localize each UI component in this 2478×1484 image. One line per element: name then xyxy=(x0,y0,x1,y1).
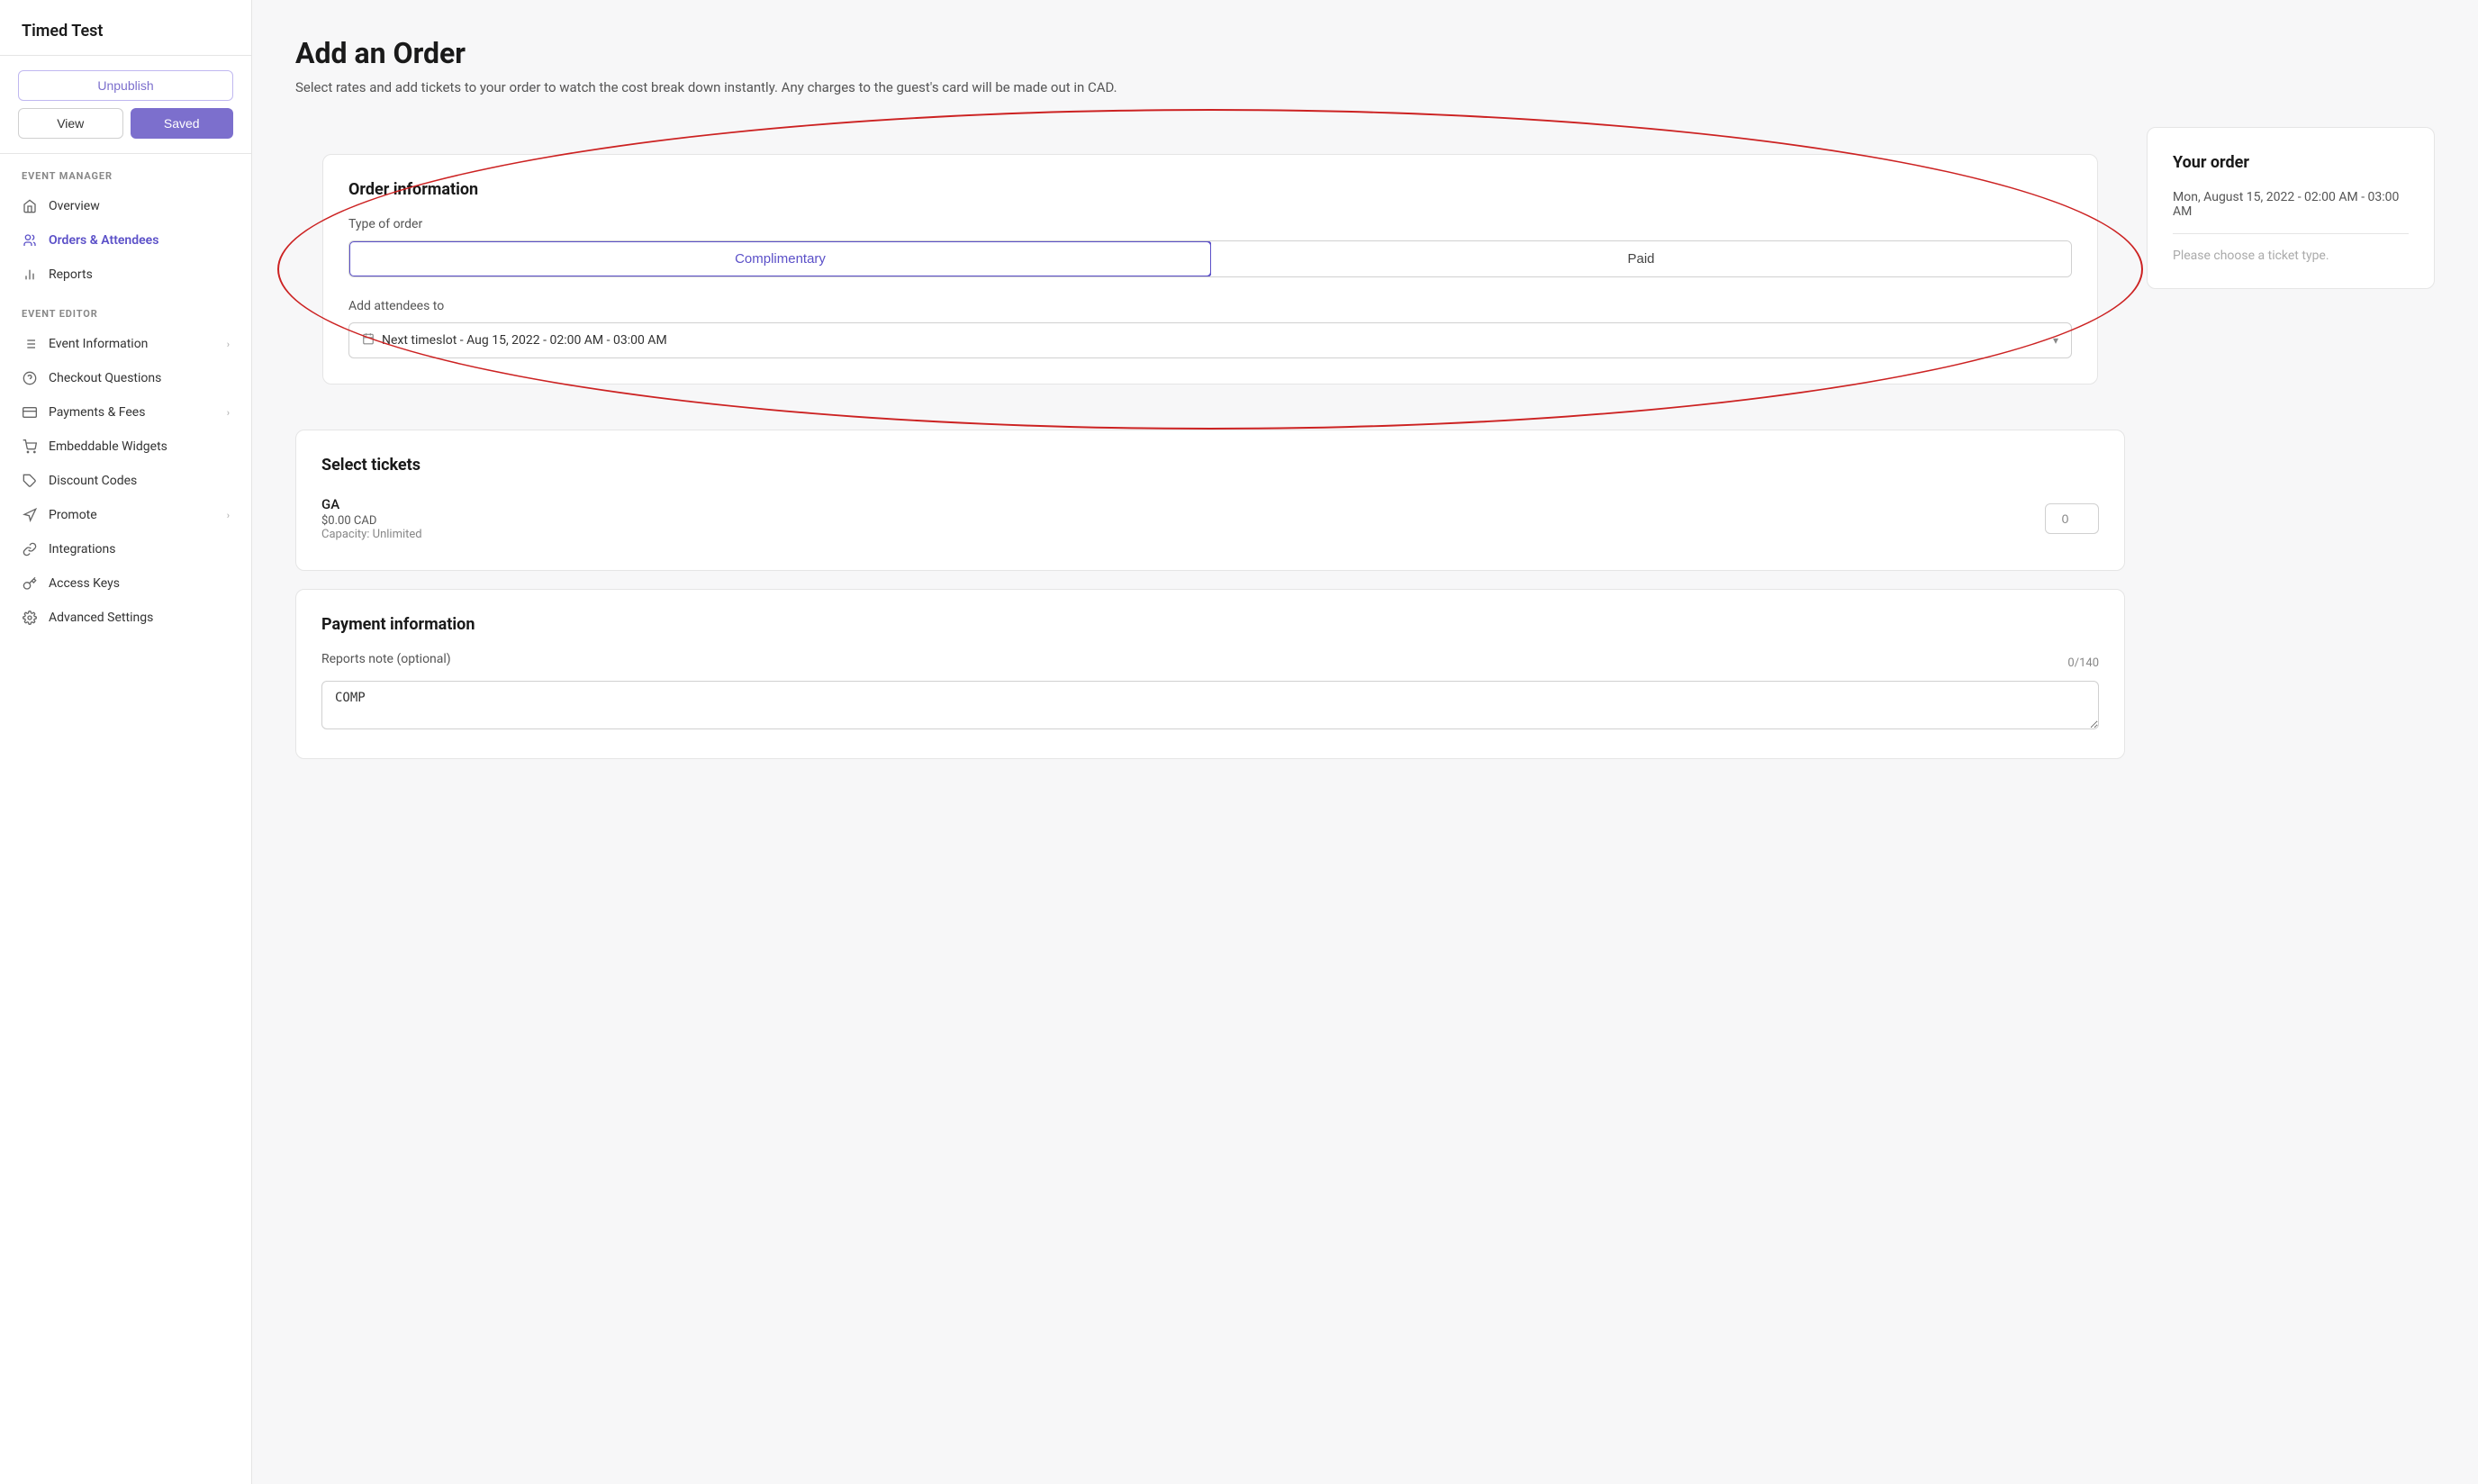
saved-button[interactable]: Saved xyxy=(131,108,234,139)
ticket-name: GA xyxy=(321,496,422,512)
add-attendees-label: Add attendees to xyxy=(348,299,2072,313)
sidebar-item-label-event-info: Event Information xyxy=(49,337,148,351)
sidebar-title: Timed Test xyxy=(0,0,251,56)
sidebar-actions: Unpublish View Saved xyxy=(0,56,251,154)
order-placeholder: Please choose a ticket type. xyxy=(2173,234,2409,263)
ticket-quantity-input[interactable] xyxy=(2045,503,2099,534)
sidebar-item-checkout-questions[interactable]: Checkout Questions xyxy=(0,361,251,395)
chevron-down-icon: ▾ xyxy=(2053,334,2058,347)
sidebar-item-embeddable-widgets[interactable]: Embeddable Widgets xyxy=(0,430,251,464)
sidebar-item-reports[interactable]: Reports xyxy=(0,258,251,292)
unpublish-button[interactable]: Unpublish xyxy=(18,70,233,101)
reports-note-label: Reports note (optional) xyxy=(321,652,451,666)
sidebar-item-event-information[interactable]: Event Information › xyxy=(0,327,251,361)
tag-icon xyxy=(22,473,38,489)
order-information-title: Order information xyxy=(348,180,2072,199)
sidebar-item-label-payments: Payments & Fees xyxy=(49,405,145,420)
sidebar-item-advanced-settings[interactable]: Advanced Settings xyxy=(0,601,251,635)
sidebar-item-label-widgets: Embeddable Widgets xyxy=(49,439,167,454)
sidebar-item-label-promote: Promote xyxy=(49,508,97,522)
reports-note-header: Reports note (optional) 0/140 xyxy=(321,652,2099,675)
type-of-order-label: Type of order xyxy=(348,217,2072,231)
main-content: Add an Order Select rates and add ticket… xyxy=(252,0,2478,1484)
order-type-toggle: Complimentary Paid xyxy=(348,240,2072,277)
gear-icon xyxy=(22,610,38,626)
reports-note-textarea[interactable]: COMP xyxy=(321,681,2099,729)
sidebar-item-discount-codes[interactable]: Discount Codes xyxy=(0,464,251,498)
megaphone-icon xyxy=(22,507,38,523)
payment-information-card: Payment information Reports note (option… xyxy=(295,589,2125,759)
paid-button[interactable]: Paid xyxy=(1211,241,2071,276)
view-button[interactable]: View xyxy=(18,108,123,139)
chevron-right-icon: › xyxy=(227,339,230,350)
sidebar-item-payments-fees[interactable]: Payments & Fees › xyxy=(0,395,251,430)
order-information-card: Order information Type of order Complime… xyxy=(322,154,2098,385)
key-icon xyxy=(22,575,38,592)
order-date: Mon, August 15, 2022 - 02:00 AM - 03:00 … xyxy=(2173,190,2409,234)
page-title: Add an Order xyxy=(295,36,2435,70)
link-icon xyxy=(22,541,38,557)
complimentary-button[interactable]: Complimentary xyxy=(348,240,1212,277)
sidebar-item-label-overview: Overview xyxy=(49,199,100,213)
chevron-right-icon-2: › xyxy=(227,407,230,419)
annotation-wrapper: Order information Type of order Complime… xyxy=(295,127,2125,412)
char-count: 0/140 xyxy=(2067,656,2099,670)
event-manager-section-label: EVENT MANAGER xyxy=(0,154,251,189)
timeslot-value: Next timeslot - Aug 15, 2022 - 02:00 AM … xyxy=(382,333,667,348)
people-icon xyxy=(22,232,38,249)
ticket-info: GA $0.00 CAD Capacity: Unlimited xyxy=(321,496,422,541)
credit-card-icon xyxy=(22,404,38,421)
home-icon xyxy=(22,198,38,214)
sidebar-item-label-discount: Discount Codes xyxy=(49,474,137,488)
sidebar-item-orders-attendees[interactable]: Orders & Attendees xyxy=(0,223,251,258)
select-tickets-title: Select tickets xyxy=(321,456,2099,475)
sidebar-item-label-reports: Reports xyxy=(49,267,93,282)
sidebar-item-integrations[interactable]: Integrations xyxy=(0,532,251,566)
sidebar-item-label-checkout: Checkout Questions xyxy=(49,371,161,385)
sidebar: Timed Test Unpublish View Saved EVENT MA… xyxy=(0,0,252,1484)
sidebar-item-label-advanced: Advanced Settings xyxy=(49,611,153,625)
select-tickets-card: Select tickets GA $0.00 CAD Capacity: Un… xyxy=(295,430,2125,571)
shopping-cart-icon xyxy=(22,439,38,455)
right-column: Your order Mon, August 15, 2022 - 02:00 … xyxy=(2147,127,2435,289)
your-order-title: Your order xyxy=(2173,153,2409,172)
sidebar-item-label-access-keys: Access Keys xyxy=(49,576,120,591)
bar-chart-icon xyxy=(22,267,38,283)
content-layout: Order information Type of order Complime… xyxy=(295,127,2435,759)
sidebar-item-access-keys[interactable]: Access Keys xyxy=(0,566,251,601)
sidebar-item-label-integrations: Integrations xyxy=(49,542,115,556)
sidebar-item-promote[interactable]: Promote › xyxy=(0,498,251,532)
calendar-icon xyxy=(362,332,375,348)
circle-question-icon xyxy=(22,370,38,386)
ticket-row: GA $0.00 CAD Capacity: Unlimited xyxy=(321,493,2099,545)
timeslot-dropdown[interactable]: Next timeslot - Aug 15, 2022 - 02:00 AM … xyxy=(348,322,2072,358)
sidebar-item-label-orders: Orders & Attendees xyxy=(49,233,158,248)
your-order-card: Your order Mon, August 15, 2022 - 02:00 … xyxy=(2147,127,2435,289)
page-subtitle: Select rates and add tickets to your ord… xyxy=(295,77,2435,98)
list-icon xyxy=(22,336,38,352)
event-editor-section-label: EVENT EDITOR xyxy=(0,292,251,327)
ticket-capacity: Capacity: Unlimited xyxy=(321,528,422,541)
chevron-right-icon-3: › xyxy=(227,510,230,521)
payment-information-title: Payment information xyxy=(321,615,2099,634)
left-column: Order information Type of order Complime… xyxy=(295,127,2125,759)
ticket-price: $0.00 CAD xyxy=(321,514,422,528)
sidebar-item-overview[interactable]: Overview xyxy=(0,189,251,223)
